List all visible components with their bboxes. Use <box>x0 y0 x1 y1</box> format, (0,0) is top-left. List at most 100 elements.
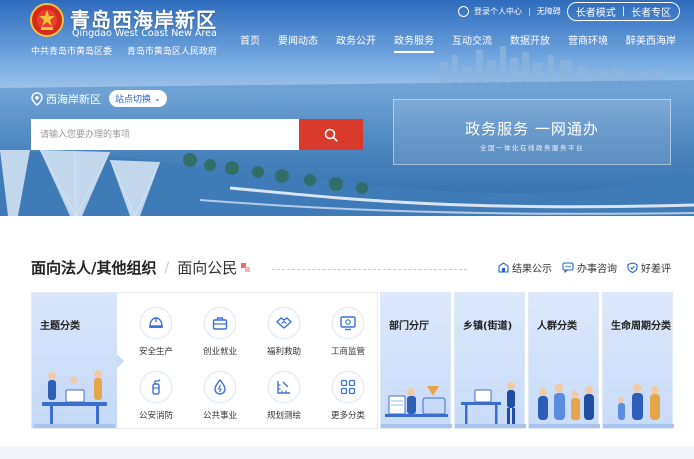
service-actions: 结果公示 办事咨询 好差评 <box>498 260 671 275</box>
bottom-strip <box>0 446 694 459</box>
elder-mode-pill: 长者模式 | 长者专区 <box>566 1 681 21</box>
search-icon <box>324 128 338 142</box>
helmet-icon <box>149 317 163 328</box>
nav-gov-service[interactable]: 政务服务 <box>394 32 434 53</box>
water-drop-icon <box>214 378 226 395</box>
card-title: 乡镇(街道) <box>463 321 513 332</box>
card-title: 生命周期分类 <box>611 321 671 332</box>
elder-zone-button[interactable]: 长者专区 <box>631 4 671 19</box>
nav-open-data[interactable]: 数据开放 <box>510 32 550 47</box>
divider: | <box>621 5 626 17</box>
theme-category-title: 主题分类 <box>40 321 80 332</box>
tab-citizen[interactable]: 面向公民 <box>177 257 237 278</box>
nav-business-env[interactable]: 营商环境 <box>568 32 608 47</box>
category-icon-circle <box>332 371 364 403</box>
people-group-illustration <box>529 383 600 428</box>
theme-category-panel: 主题分类 安全生产 创业就业 福利救助 工商监管 公安消防 公共事业 规划测绘 … <box>31 292 378 429</box>
nav-interaction[interactable]: 互动交流 <box>452 32 492 47</box>
category-label: 安全生产 <box>138 347 173 357</box>
card-life-cycle[interactable]: 生命周期分类 <box>602 292 674 429</box>
elder-mode-button[interactable]: 长者模式 <box>576 4 616 19</box>
gov-links: 中共青岛市黄岛区委 青岛市黄岛区人民政府 <box>31 44 229 57</box>
card-title: 部门分厅 <box>389 321 429 332</box>
theme-category-column: 主题分类 <box>32 293 117 428</box>
national-emblem-logo <box>30 3 64 37</box>
search-button[interactable] <box>299 119 363 150</box>
ruler-icon <box>277 381 290 394</box>
category-icon-circle <box>332 307 364 339</box>
card-title: 人群分类 <box>537 321 577 332</box>
category-label: 工商监管 <box>330 347 365 357</box>
department-hall-illustration <box>381 386 452 428</box>
family-illustration <box>603 383 674 428</box>
selected-arrow <box>117 354 124 368</box>
category-icon-circle <box>204 371 236 403</box>
category-label: 公安消防 <box>138 411 173 421</box>
category-public-utilities[interactable]: 公共事业 <box>190 371 250 421</box>
category-safety[interactable]: 安全生产 <box>126 307 186 357</box>
result-publicity-link[interactable]: 结果公示 <box>498 260 552 275</box>
top-utility-bar: 登录个人中心 | 无障碍 长者模式 | 长者专区 <box>458 1 681 21</box>
category-label: 规划测绘 <box>266 411 301 421</box>
tab-legal-person[interactable]: 面向法人/其他组织 <box>31 257 156 278</box>
nav-home[interactable]: 首页 <box>240 32 260 47</box>
category-welfare[interactable]: 福利救助 <box>254 307 314 357</box>
consult-label: 办事咨询 <box>577 264 617 275</box>
location-label: 西海岸新区 <box>46 92 101 106</box>
nav-gov-open[interactable]: 政务公开 <box>336 32 376 47</box>
card-town-street[interactable]: 乡镇(街道) <box>454 292 526 429</box>
gov-link-government[interactable]: 青岛市黄岛区人民政府 <box>127 47 217 57</box>
decoration-squares-icon <box>241 262 251 272</box>
category-icon-circle <box>140 371 172 403</box>
dashed-divider <box>272 269 467 270</box>
service-banner-title: 政务服务 一网通办 <box>465 120 599 138</box>
category-planning-survey[interactable]: 规划测绘 <box>254 371 314 421</box>
main-nav: 首页 要闻动态 政务公开 政务服务 互动交流 数据开放 营商环境 醉美西海岸 <box>240 32 676 53</box>
category-employment[interactable]: 创业就业 <box>190 307 250 357</box>
gov-link-party[interactable]: 中共青岛市黄岛区委 <box>31 47 112 57</box>
category-market-supervision[interactable]: 工商监管 <box>318 307 378 357</box>
tab-divider: / <box>164 259 170 276</box>
hero-banner: 青岛西海岸新区 Qingdao West Coast New Area 中共青岛… <box>0 0 694 216</box>
chevron-down-icon: ⌄ <box>154 94 161 103</box>
category-icon-circle <box>140 307 172 339</box>
chat-icon <box>562 262 574 273</box>
grid-icon <box>340 379 356 395</box>
user-icon[interactable] <box>458 5 469 17</box>
search-bar <box>31 119 363 150</box>
accessibility-link[interactable]: 无障碍 <box>537 6 561 17</box>
category-label: 创业就业 <box>202 347 237 357</box>
category-icon-circle <box>268 307 300 339</box>
site-switch-button[interactable]: 站点切换 ⌄ <box>109 90 167 107</box>
audience-tabs: 面向法人/其他组织 / 面向公民 <box>31 257 251 278</box>
rating-link[interactable]: 好差评 <box>627 260 671 275</box>
divider: | <box>528 6 531 16</box>
office-workers-illustration <box>34 370 115 428</box>
search-input[interactable] <box>31 119 299 150</box>
category-label: 更多分类 <box>330 411 365 421</box>
site-subtitle: Qingdao West Coast New Area <box>72 28 217 39</box>
town-street-illustration <box>455 382 526 428</box>
card-department-hall[interactable]: 部门分厅 <box>380 292 452 429</box>
location-pin-icon <box>31 91 43 106</box>
category-icon-circle <box>268 371 300 403</box>
briefcase-icon <box>212 317 228 330</box>
card-population-group[interactable]: 人群分类 <box>528 292 600 429</box>
category-more[interactable]: 更多分类 <box>318 371 378 421</box>
nav-news[interactable]: 要闻动态 <box>278 32 318 47</box>
shield-icon <box>627 262 638 273</box>
location-bar: 西海岸新区 站点切换 ⌄ <box>31 90 167 107</box>
monitor-icon <box>340 316 356 331</box>
result-icon <box>498 262 509 273</box>
category-label: 公共事业 <box>202 411 237 421</box>
service-banner-subtitle: 全国一体化在线政务服务平台 <box>480 144 584 152</box>
nav-scenery[interactable]: 醉美西海岸 <box>626 32 676 47</box>
handshake-icon <box>276 317 292 329</box>
extinguisher-icon <box>152 379 161 395</box>
result-publicity-label: 结果公示 <box>512 264 552 275</box>
category-fire-police[interactable]: 公安消防 <box>126 371 186 421</box>
user-center-link[interactable]: 登录个人中心 <box>474 6 522 17</box>
rating-label: 好差评 <box>641 264 671 275</box>
one-stop-service-banner[interactable]: 政务服务 一网通办 全国一体化在线政务服务平台 <box>393 99 671 165</box>
consult-link[interactable]: 办事咨询 <box>562 260 617 275</box>
